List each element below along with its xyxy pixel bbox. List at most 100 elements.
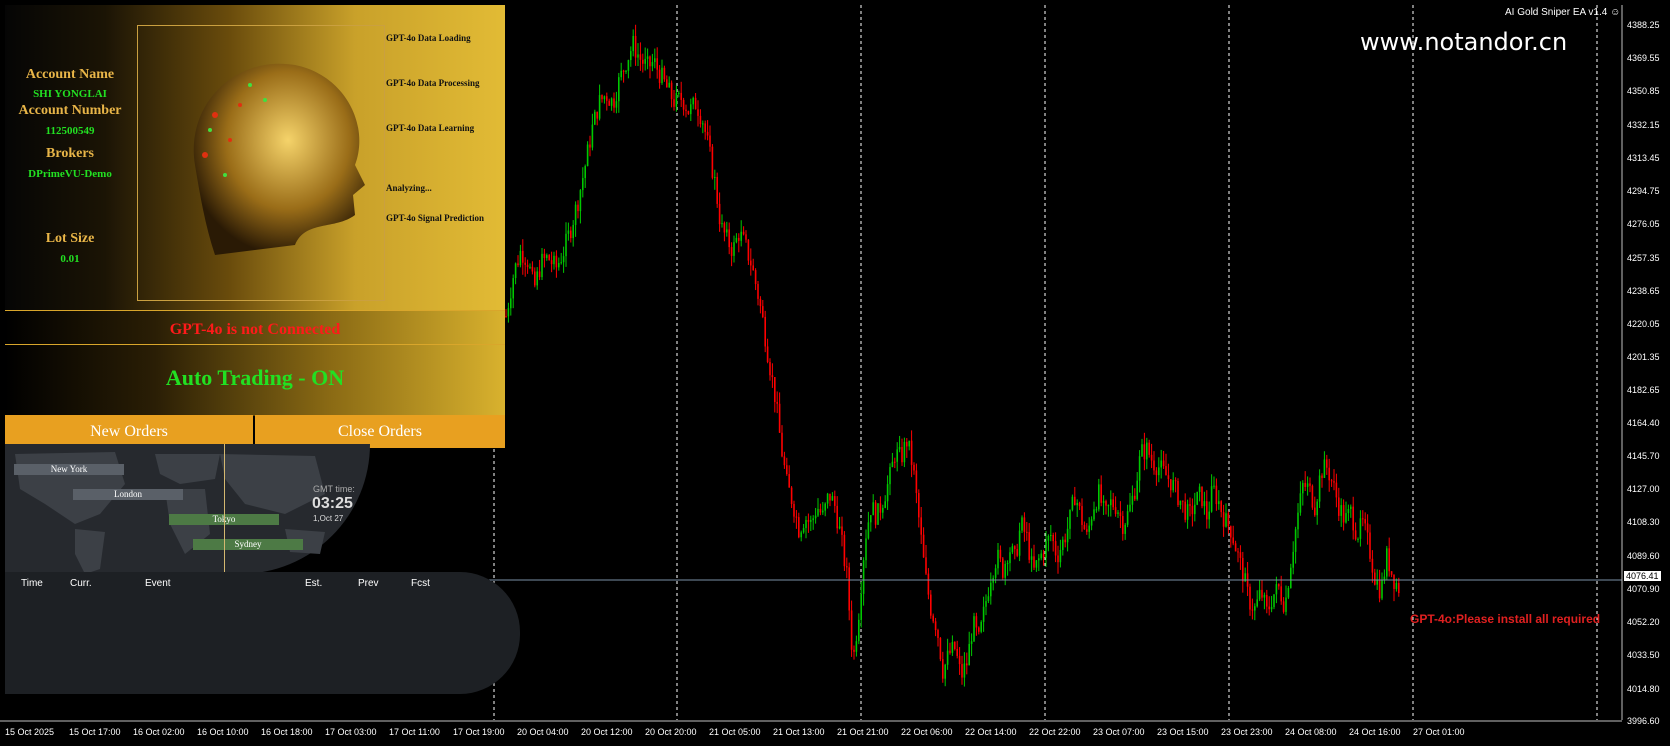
candle-body (514, 263, 517, 279)
candle-body (541, 253, 543, 278)
candle-body (769, 361, 771, 376)
candle-body (1009, 552, 1011, 564)
candle-body (754, 270, 757, 285)
candle-body (858, 619, 860, 642)
candle-body (975, 616, 978, 628)
candle-body (738, 237, 740, 241)
time-marker-line (224, 444, 225, 576)
candle-body (879, 503, 882, 513)
candle-body (721, 223, 723, 225)
candle-body (553, 255, 555, 265)
candle-body (1054, 541, 1057, 556)
candle-body (1345, 513, 1347, 523)
candle-body (1342, 505, 1345, 523)
x-tick-label: 23 Oct 15:00 (1157, 727, 1209, 737)
candle-body (814, 515, 817, 519)
candle-body (1254, 606, 1256, 611)
candle-body (654, 58, 656, 63)
candle-body (982, 606, 985, 622)
candle-body (934, 621, 937, 631)
candle-body (937, 630, 939, 638)
candle-body (1239, 552, 1242, 558)
candle-body (1330, 480, 1333, 482)
candle-body (728, 229, 730, 248)
x-tick-label: 17 Oct 03:00 (325, 727, 377, 737)
candle-body (1002, 558, 1004, 578)
candle-body (1069, 509, 1071, 529)
candle-body (685, 109, 687, 111)
candle-body (666, 79, 668, 88)
candle-body (1395, 583, 1398, 589)
candle-body (757, 284, 759, 299)
candle-body (711, 146, 714, 178)
candle-body (668, 82, 670, 88)
candle-body (510, 298, 512, 309)
candle-body (1030, 556, 1033, 560)
candle-body (1189, 504, 1191, 506)
candle-body (582, 178, 584, 191)
candle-body (723, 223, 726, 233)
candle-body (824, 503, 826, 511)
candle-body (884, 501, 886, 508)
candle-body (894, 461, 896, 463)
candle-body (997, 549, 999, 569)
candle-body (634, 35, 637, 58)
smiley-icon: ☺ (1610, 7, 1621, 18)
candle-body (646, 56, 649, 59)
candle-body (656, 58, 658, 70)
candle-body (548, 255, 550, 261)
candle-body (1383, 576, 1386, 580)
candle-body (1251, 609, 1254, 611)
candle-body (555, 255, 558, 268)
account-number: 112500549 (45, 125, 95, 137)
cal-header-forecast: Fcst (411, 578, 430, 589)
candle-body (850, 610, 853, 650)
candle-body (994, 568, 997, 578)
candle-body (838, 526, 841, 529)
candle-body (1035, 560, 1038, 568)
candle-body (1131, 495, 1134, 505)
candle-body (1201, 486, 1203, 507)
candle-body (565, 233, 567, 257)
candle-body (1388, 548, 1390, 572)
candle-body (1378, 580, 1381, 599)
y-tick-label: 3996.60 (1627, 716, 1660, 726)
candle-body (968, 643, 970, 666)
x-tick-label: 16 Oct 02:00 (133, 727, 185, 737)
candle-body (546, 255, 548, 259)
candle-body (1126, 511, 1129, 525)
candle-body (999, 549, 1002, 559)
candle-body (622, 70, 625, 72)
candle-body (606, 96, 608, 101)
candle-body (1004, 563, 1006, 578)
candle-body (1040, 553, 1042, 559)
account-number-label: Account Number (18, 103, 122, 118)
candle-body (673, 99, 675, 107)
candle-body (608, 100, 610, 106)
candle-body (973, 616, 975, 642)
candle-body (786, 465, 788, 475)
candle-body (1066, 528, 1069, 543)
candle-body (687, 110, 690, 115)
candle-body (620, 70, 622, 78)
cal-header-currency: Curr. (70, 578, 92, 589)
y-tick-label: 4238.65 (1627, 285, 1660, 296)
candle-body (1177, 481, 1179, 506)
candle-body (1083, 524, 1086, 530)
candle-body (589, 144, 591, 148)
candle-body (1390, 571, 1393, 575)
y-tick-label: 4033.50 (1627, 650, 1660, 661)
candle-body (918, 493, 920, 518)
candle-body (954, 641, 956, 649)
candle-body (793, 503, 795, 517)
candle-body (1333, 481, 1335, 483)
candle-body (951, 641, 954, 653)
candle-body (1174, 480, 1177, 482)
candle-body (1119, 512, 1122, 517)
candle-body (1042, 553, 1045, 558)
candle-body (927, 573, 930, 595)
candle-body (735, 237, 738, 243)
account-name: SHI YONGLAI (33, 88, 107, 100)
candle-body (1150, 454, 1153, 461)
y-tick-label: 4276.05 (1627, 219, 1660, 230)
